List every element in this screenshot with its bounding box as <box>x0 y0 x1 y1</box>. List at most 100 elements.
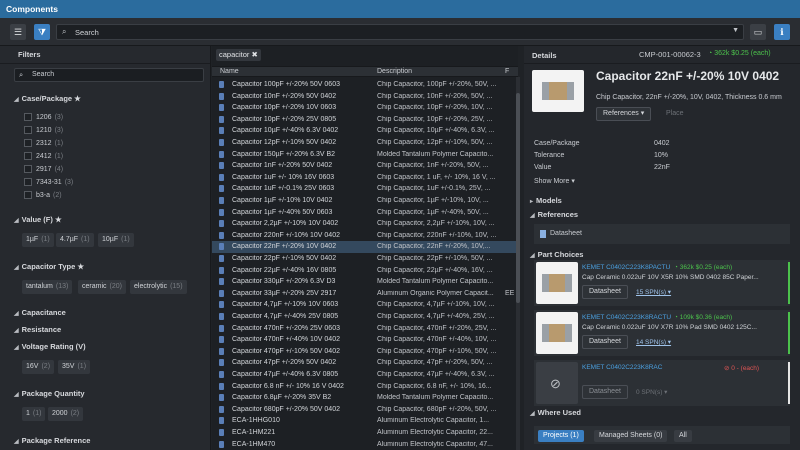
table-row[interactable]: Capacitor 1µF +/-40% 50V 0603 Chip Capaci… <box>212 207 518 219</box>
filter-chip[interactable]: 1µF (1) <box>22 233 54 247</box>
table-row[interactable]: Capacitor 6.8µF +/-20% 35V B2 Molded Tant… <box>212 392 518 404</box>
filter-checkbox[interactable]: 2312 (1) <box>24 139 63 147</box>
part-choice[interactable]: ⊘ KEMET C0402C223K8RAC ⊘ 0 - (each) Data… <box>534 360 790 406</box>
datasheet-button[interactable]: Datasheet <box>582 285 628 299</box>
table-row[interactable]: Capacitor 10nF +/-20% 50V 0402 Chip Capac… <box>212 91 518 103</box>
table-row[interactable]: Capacitor 33µF +/-20% 25V 2917 Aluminum O… <box>212 288 518 300</box>
filter-chip[interactable]: 35V (1) <box>58 360 91 374</box>
table-row[interactable]: Capacitor 10pF +/-20% 25V 0805 Chip Capac… <box>212 114 518 126</box>
table-row[interactable]: Capacitor 1uF +/- 10% 16V 0603 Chip Capac… <box>212 172 518 184</box>
filter-chip[interactable]: 10µF (1) <box>98 233 134 247</box>
column-f[interactable]: F <box>505 68 509 75</box>
part-choices-section[interactable]: ◢ Part Choices <box>530 250 583 259</box>
part-choice[interactable]: KEMET C0402C223K8RACTU ◔ 109k $0.36 (eac… <box>534 310 790 356</box>
filter-chip[interactable]: 4.7µF (1) <box>56 233 94 247</box>
table-row[interactable]: Capacitor 4,7µF +/-10% 10V 0603 Chip Capa… <box>212 299 518 311</box>
close-icon[interactable]: ✖ <box>252 50 258 59</box>
table-row[interactable]: Capacitor 22pF +/-10% 50V 0402 Chip Capac… <box>212 253 518 265</box>
table-row[interactable]: Capacitor 4,7µF +/-40% 25V 0805 Chip Capa… <box>212 311 518 323</box>
table-row[interactable]: Capacitor 6.8 nF +/- 10% 16 V 0402 Chip C… <box>212 381 518 393</box>
filter-chip[interactable]: electrolytic (15) <box>130 280 187 294</box>
row-name: Capacitor 1µF +/-10% 10V 0402 <box>232 197 333 204</box>
table-row[interactable]: Capacitor 10µF +/-40% 6.3V 0402 Chip Capa… <box>212 125 518 137</box>
component-icon <box>219 382 224 390</box>
column-name[interactable]: Name <box>220 68 239 75</box>
table-row[interactable]: Capacitor 1uF +/-0.1% 25V 0603 Chip Capac… <box>212 183 518 195</box>
table-row[interactable]: Capacitor 100pF +/-20% 50V 0603 Chip Capa… <box>212 79 518 91</box>
datasheet-button[interactable]: Datasheet <box>582 385 628 399</box>
filter-icon[interactable]: ⧩ <box>34 24 50 40</box>
filter-case-package[interactable]: ◢ Case/Package ★ <box>14 94 81 103</box>
table-row[interactable]: Capacitor 12pF +/-10% 50V 0402 Chip Capac… <box>212 137 518 149</box>
references-section[interactable]: ◢ References <box>530 210 578 219</box>
component-icon <box>219 231 224 239</box>
filter-checkbox[interactable]: 1206 (3) <box>24 113 63 121</box>
table-row[interactable]: Capacitor 47pF +/-20% 50V 0402 Chip Capac… <box>212 357 518 369</box>
filter-chip[interactable]: tantalum (13) <box>22 280 73 294</box>
datasheet-button[interactable]: Datasheet <box>582 335 628 349</box>
references-button[interactable]: References ▾ <box>596 107 652 121</box>
where-used-section[interactable]: ◢ Where Used <box>530 408 581 417</box>
spn-link[interactable]: 0 SPN(s) ▾ <box>636 388 667 396</box>
search-input[interactable]: ⌕ Search ▼ <box>56 24 744 40</box>
row-description: Aluminum Electrolytic Capacitor, 1... <box>377 417 490 425</box>
table-row[interactable]: Capacitor 680pF +/-20% 50V 0402 Chip Capa… <box>212 404 518 416</box>
models-section[interactable]: ▸ Models <box>530 196 562 205</box>
table-row[interactable]: Capacitor 220nF +/-10% 10V 0402 Chip Capa… <box>212 230 518 242</box>
column-description[interactable]: Description <box>377 68 412 75</box>
tab-projects[interactable]: Projects (1) <box>538 430 584 442</box>
filter-capacitor-type[interactable]: ◢ Capacitor Type ★ <box>14 262 84 271</box>
filter-chip[interactable]: 1 (1) <box>22 407 46 421</box>
filter-capacitance[interactable]: ◢ Capacitance <box>14 308 66 317</box>
table-row[interactable]: Capacitor 22nF +/-20% 10V 0402 Chip Capac… <box>212 241 518 253</box>
filter-checkbox[interactable]: 2917 (4) <box>24 165 63 173</box>
filter-resistance[interactable]: ◢ Resistance <box>14 325 61 334</box>
table-row[interactable]: Capacitor 470nF +/-20% 25V 0603 Chip Capa… <box>212 323 518 335</box>
table-row[interactable]: Capacitor 22µF +/-40% 16V 0805 Chip Capac… <box>212 265 518 277</box>
table-row[interactable]: ECA-1HM470 Aluminum Electrolytic Capacito… <box>212 439 518 450</box>
filter-search-input[interactable]: ⌕ Search <box>14 68 204 82</box>
chevron-down-icon[interactable]: ▼ <box>732 27 739 34</box>
table-row[interactable]: Capacitor 330µF +/-20% 6.3V D3 Molded Tan… <box>212 276 518 288</box>
table-row[interactable]: Capacitor 1µF +/-10% 10V 0402 Chip Capaci… <box>212 195 518 207</box>
filter-checkbox[interactable]: 7343-31 (3) <box>24 178 73 186</box>
list-view-icon[interactable]: ☰ <box>10 24 26 40</box>
filter-checkbox[interactable]: 2412 (1) <box>24 152 63 160</box>
tab-all[interactable]: All <box>674 430 692 442</box>
table-row[interactable]: Capacitor 2,2µF +/-10% 10V 0402 Chip Capa… <box>212 218 518 230</box>
filter-checkbox[interactable]: b3-a (2) <box>24 191 62 199</box>
results-scrollbar[interactable] <box>516 77 520 450</box>
component-icon <box>219 255 224 262</box>
table-row[interactable]: ECA-1HHG010 Aluminum Electrolytic Capacit… <box>212 415 518 427</box>
filter-value[interactable]: ◢ Value (F) ★ <box>14 215 62 224</box>
filter-voltage-rating[interactable]: ◢ Voltage Rating (V) <box>14 342 86 351</box>
table-row[interactable]: Capacitor 150µF +/-20% 6.3V B2 Molded Tan… <box>212 149 518 161</box>
details-view-icon[interactable]: ▭ <box>750 24 766 40</box>
show-more-link[interactable]: Show More ▾ <box>534 177 575 185</box>
row-description: Molded Tantalum Polymer Capacito... <box>377 150 494 158</box>
table-row[interactable]: Capacitor 47µF +/-40% 6.3V 0805 Chip Capa… <box>212 369 518 381</box>
filter-chip[interactable]: ceramic (20) <box>78 280 126 294</box>
filter-checkbox[interactable]: 1210 (3) <box>24 126 63 134</box>
component-icon <box>219 139 224 146</box>
spn-link[interactable]: 15 SPN(s) ▾ <box>636 288 671 296</box>
triangle-down-icon: ◢ <box>14 439 19 445</box>
part-choice[interactable]: KEMET C0402C223K8PACTU ◔ 362k $0.25 (eac… <box>534 260 790 306</box>
table-row[interactable]: Capacitor 470pF +/-10% 50V 0402 Chip Capa… <box>212 346 518 358</box>
search-tag[interactable]: capacitor ✖ <box>216 49 261 61</box>
tab-managed-sheets[interactable]: Managed Sheets (0) <box>594 430 668 442</box>
row-name: Capacitor 150µF +/-20% 6.3V B2 <box>232 150 336 158</box>
filter-chip[interactable]: 2000 (2) <box>48 407 84 421</box>
info-icon[interactable]: ℹ <box>774 24 790 40</box>
place-button[interactable]: Place <box>666 110 684 117</box>
table-row[interactable]: ECA-1HM221 Aluminum Electrolytic Capacito… <box>212 427 518 439</box>
row-name: Capacitor 220nF +/-10% 10V 0402 <box>232 231 340 239</box>
datasheet-reference[interactable]: Datasheet <box>534 224 790 244</box>
filter-chip[interactable]: 16V (2) <box>22 360 55 374</box>
filter-package-quantity[interactable]: ◢ Package Quantity <box>14 389 85 398</box>
table-row[interactable]: Capacitor 1nF +/-20% 50V 0402 Chip Capaci… <box>212 160 518 172</box>
table-row[interactable]: Capacitor 10pF +/-20% 10V 0603 Chip Capac… <box>212 102 518 114</box>
table-row[interactable]: Capacitor 470nF +/-40% 10V 0402 Chip Capa… <box>212 334 518 346</box>
filter-package-reference[interactable]: ◢ Package Reference <box>14 436 90 445</box>
spn-link[interactable]: 14 SPN(s) ▾ <box>636 338 671 346</box>
